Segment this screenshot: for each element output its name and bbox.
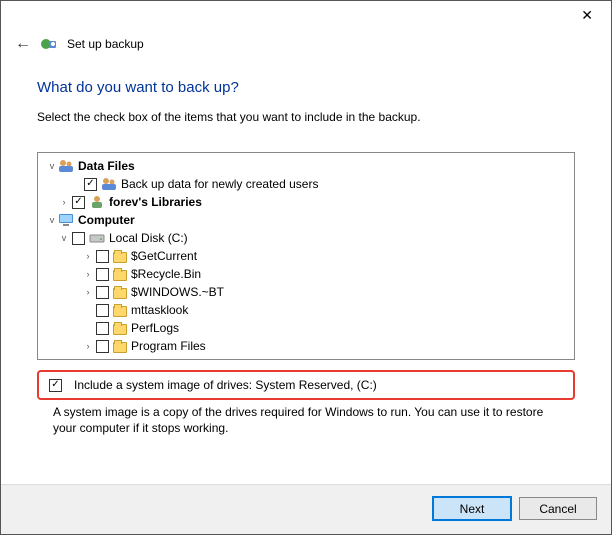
user-icon	[89, 195, 105, 209]
node-label: Data Files	[78, 157, 135, 175]
caret-right-icon[interactable]: ›	[82, 247, 94, 265]
checkbox[interactable]	[84, 178, 97, 191]
tree-node-programfiles[interactable]: › Program Files	[38, 337, 574, 355]
node-label: $GetCurrent	[131, 247, 197, 265]
system-image-label: Include a system image of drives: System…	[74, 378, 377, 392]
node-label: $WINDOWS.~BT	[131, 283, 224, 301]
node-label: Computer	[78, 211, 135, 229]
caret-down-icon[interactable]: v	[58, 229, 70, 247]
caret-right-icon[interactable]: ›	[82, 283, 94, 301]
checkbox[interactable]	[72, 196, 85, 209]
folder-icon	[113, 252, 127, 263]
checkbox[interactable]	[96, 250, 109, 263]
tree-node-getcurrent[interactable]: › $GetCurrent	[38, 247, 574, 265]
tree-node-data-files[interactable]: v Data Files	[38, 157, 574, 175]
caret-down-icon[interactable]: v	[46, 211, 58, 229]
backup-items-tree[interactable]: v Data Files Back up data for newly crea…	[37, 152, 575, 360]
tree-node-windowsbt[interactable]: › $WINDOWS.~BT	[38, 283, 574, 301]
backup-app-icon	[41, 36, 57, 52]
folder-icon	[113, 324, 127, 335]
node-label: Program Files	[131, 337, 206, 355]
dialog-window: ✕ ← Set up backup What do you want to ba…	[0, 0, 612, 535]
tree-node-user-libraries[interactable]: › forev's Libraries	[38, 193, 574, 211]
folder-icon	[113, 342, 127, 353]
caret-down-icon[interactable]: v	[46, 157, 58, 175]
checkbox[interactable]	[96, 286, 109, 299]
next-button[interactable]: Next	[433, 497, 511, 520]
checkbox[interactable]	[72, 232, 85, 245]
tree-node-perflogs[interactable]: PerfLogs	[38, 319, 574, 337]
system-image-option: Include a system image of drives: System…	[37, 370, 575, 400]
node-label: $Recycle.Bin	[131, 265, 201, 283]
titlebar: ✕	[1, 1, 611, 31]
node-label: Back up data for newly created users	[121, 175, 318, 193]
tree-node-mttasklook[interactable]: mttasklook	[38, 301, 574, 319]
checkbox[interactable]	[96, 322, 109, 335]
back-button[interactable]: ←	[15, 35, 31, 53]
tree-node-computer[interactable]: v Computer	[38, 211, 574, 229]
button-bar: Next Cancel	[1, 484, 611, 534]
users-icon	[101, 177, 117, 191]
main-heading: What do you want to back up?	[37, 79, 575, 96]
content-area: What do you want to back up? Select the …	[1, 61, 611, 484]
caret-right-icon[interactable]: ›	[82, 337, 94, 355]
node-label: Local Disk (C:)	[109, 229, 188, 247]
checkbox[interactable]	[96, 304, 109, 317]
checkbox[interactable]	[96, 268, 109, 281]
node-label: forev's Libraries	[109, 193, 202, 211]
system-image-note: A system image is a copy of the drives r…	[37, 400, 575, 436]
node-label: PerfLogs	[131, 319, 179, 337]
header: ← Set up backup	[1, 31, 611, 61]
computer-icon	[58, 213, 74, 227]
close-button[interactable]: ✕	[571, 5, 603, 26]
instruction-text: Select the check box of the items that y…	[37, 110, 575, 124]
system-image-checkbox[interactable]	[49, 379, 62, 392]
tree-node-new-users[interactable]: Back up data for newly created users	[38, 175, 574, 193]
folder-icon	[113, 306, 127, 317]
tree-node-local-disk[interactable]: v Local Disk (C:)	[38, 229, 574, 247]
caret-right-icon[interactable]: ›	[58, 193, 70, 211]
users-icon	[58, 159, 74, 173]
cancel-button[interactable]: Cancel	[519, 497, 597, 520]
tree-node-recyclebin[interactable]: › $Recycle.Bin	[38, 265, 574, 283]
checkbox[interactable]	[96, 340, 109, 353]
folder-icon	[113, 270, 127, 281]
drive-icon	[89, 231, 105, 245]
caret-right-icon[interactable]: ›	[82, 265, 94, 283]
header-title: Set up backup	[67, 37, 144, 51]
node-label: mttasklook	[131, 301, 188, 319]
folder-icon	[113, 288, 127, 299]
